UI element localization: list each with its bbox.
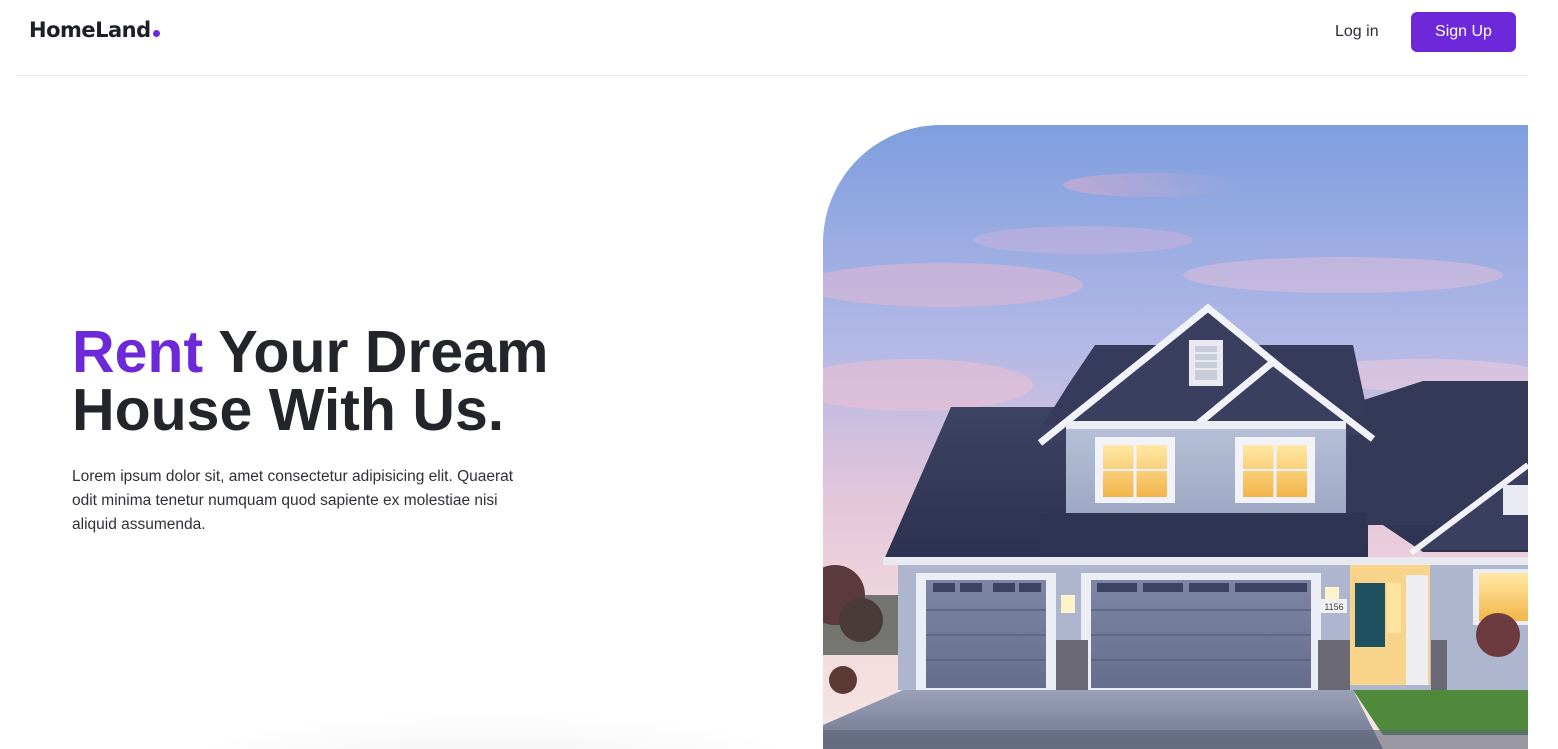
login-link[interactable]: Log in [1335, 22, 1379, 42]
brand-logo[interactable]: HomeLand [29, 18, 160, 42]
hero-title-accent: Rent [72, 319, 204, 385]
hero-house-image: 1156 [823, 125, 1528, 749]
hero-title-line2: House With Us. [72, 377, 505, 443]
hero-description: Lorem ipsum dolor sit, amet consectetur … [72, 468, 514, 533]
navbar: HomeLand Log in Sign Up [16, 0, 1528, 76]
brand-dot-icon [152, 30, 160, 37]
house-number: 1156 [1324, 602, 1343, 612]
hero-title: Rent Your Dream House With Us. [72, 323, 632, 440]
signup-button[interactable]: Sign Up [1411, 12, 1516, 52]
landing-page: HomeLand Log in Sign Up Rent Your Dream H… [0, 0, 1558, 749]
brand-name: HomeLand [29, 18, 151, 42]
hero-shadow [160, 712, 820, 749]
hero-title-line1: Your Dream [203, 319, 549, 385]
house-illustration: 1156 [823, 125, 1528, 749]
